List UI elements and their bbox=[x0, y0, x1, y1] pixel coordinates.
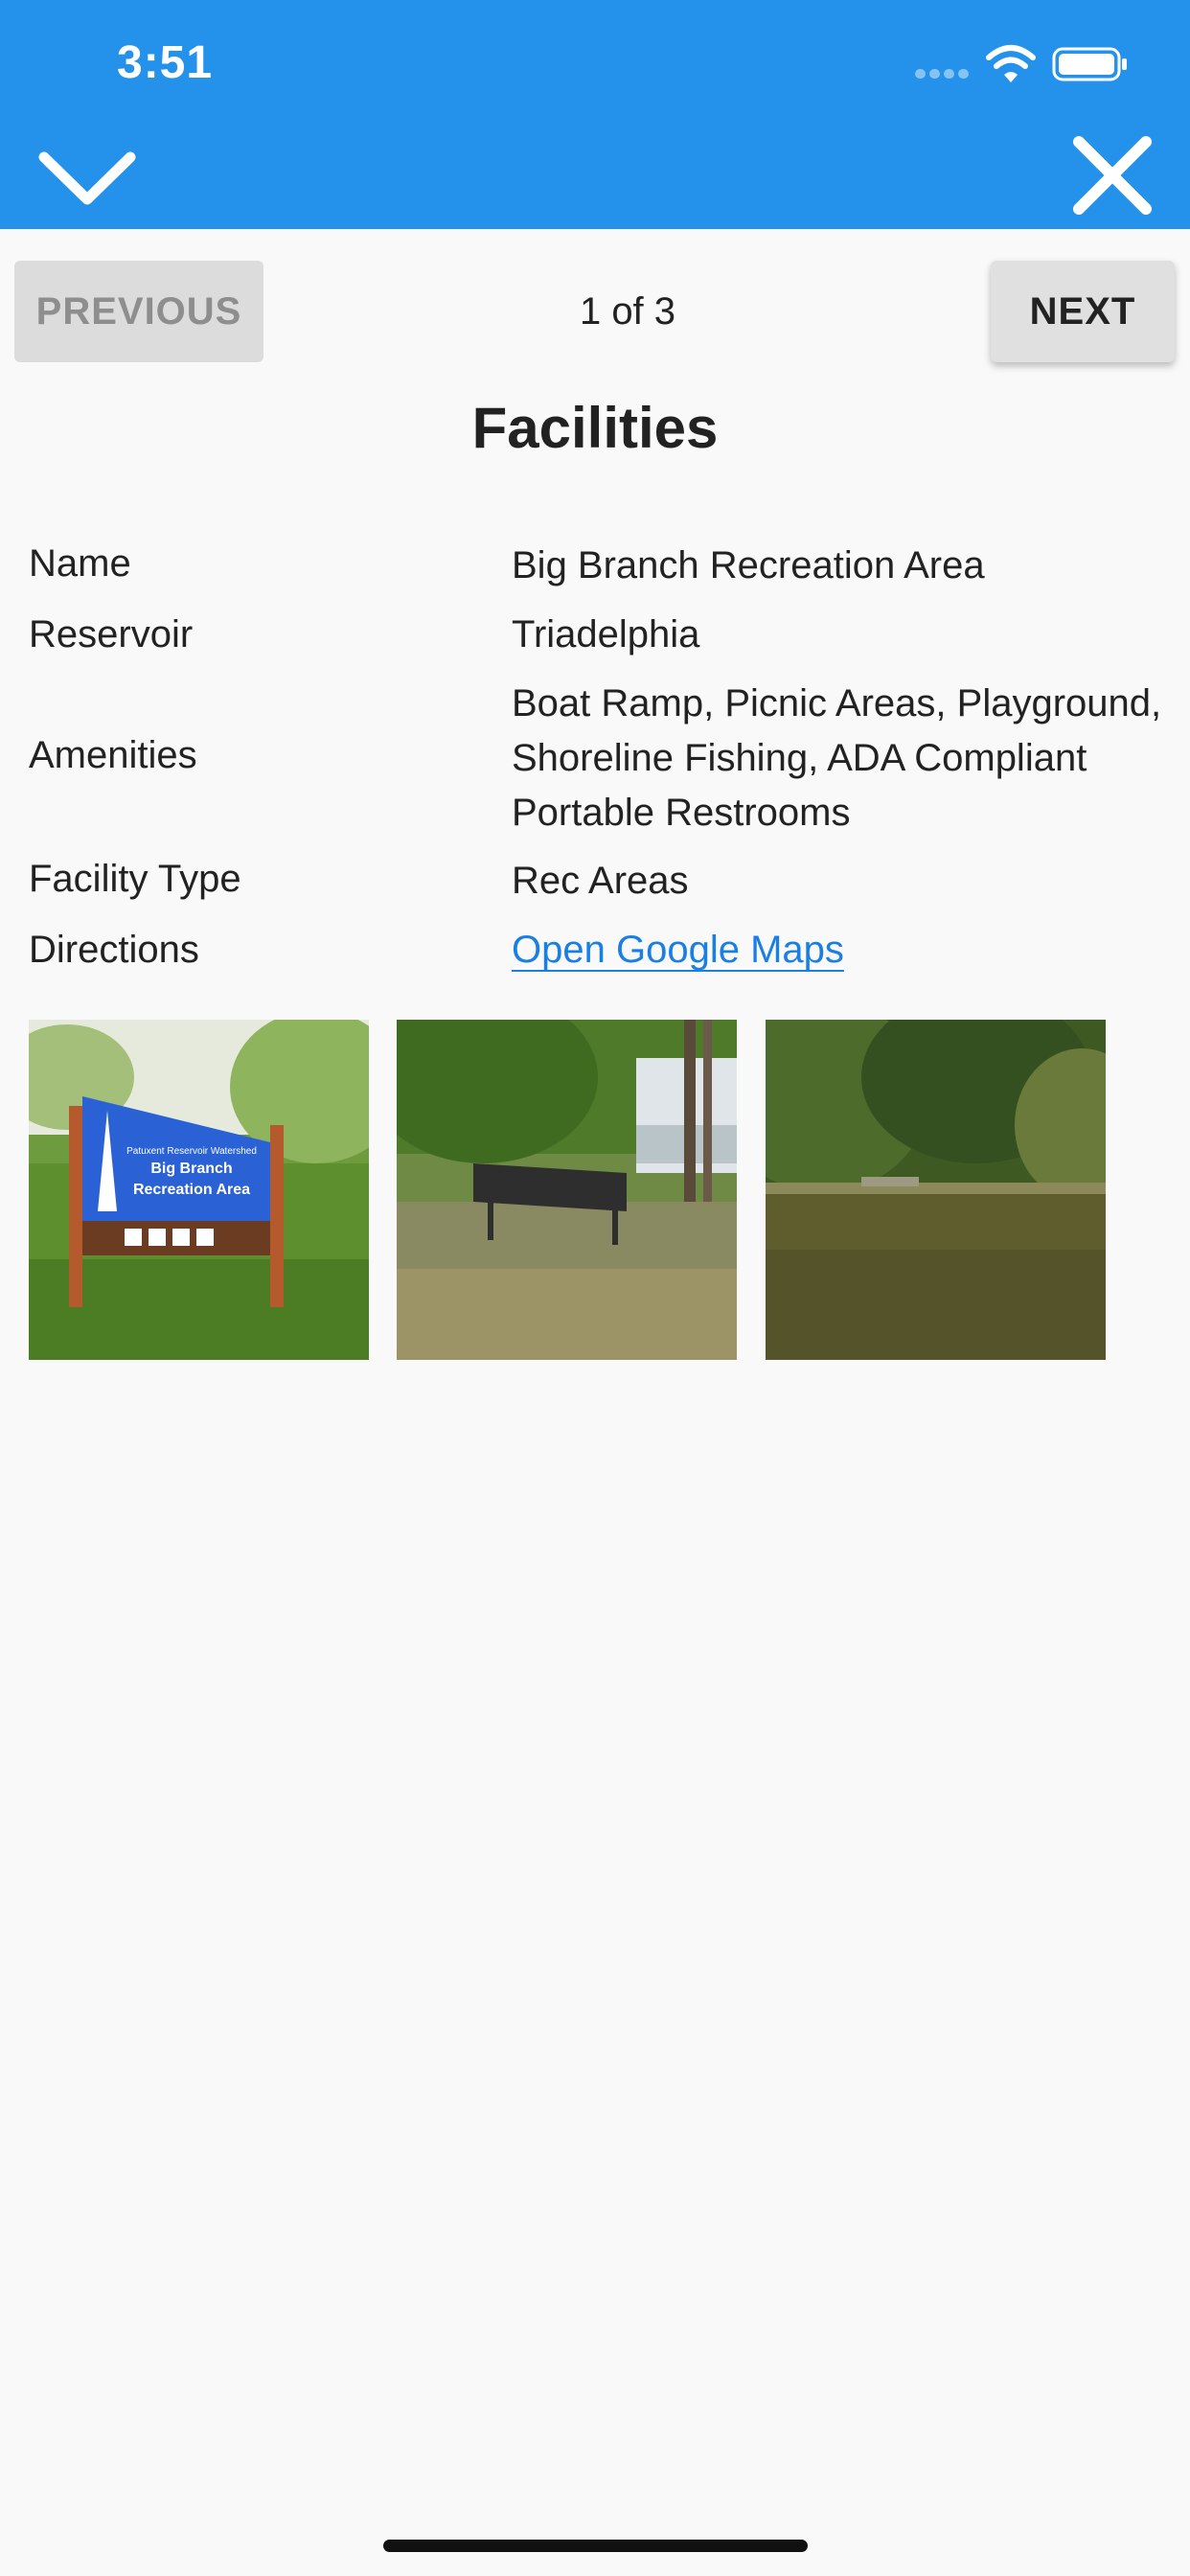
previous-button[interactable]: PREVIOUS bbox=[14, 261, 263, 362]
home-indicator[interactable] bbox=[383, 2540, 808, 2552]
photo-shoreline[interactable] bbox=[766, 1020, 1106, 1360]
detail-label: Name bbox=[29, 542, 131, 585]
photo-bench[interactable] bbox=[397, 1020, 737, 1360]
detail-value: Triadelphia bbox=[512, 613, 700, 656]
detail-label: Amenities bbox=[29, 734, 197, 776]
detail-value-directions: Open Google Maps bbox=[512, 923, 1173, 978]
chevron-down-icon[interactable] bbox=[34, 144, 140, 211]
app-header: 3:51 bbox=[0, 0, 1190, 229]
cellular-signal-icon bbox=[915, 69, 971, 80]
status-time: 3:51 bbox=[117, 37, 214, 88]
battery-icon bbox=[1052, 47, 1127, 81]
detail-label: Facility Type bbox=[29, 858, 241, 900]
close-icon[interactable] bbox=[1069, 132, 1156, 218]
pager: PREVIOUS 1 of 3 NEXT bbox=[0, 261, 1190, 364]
sign-text-line1: Patuxent Reservoir Watershed bbox=[126, 1146, 257, 1157]
detail-label: Reservoir bbox=[29, 613, 194, 656]
sign-text-line3: Recreation Area bbox=[133, 1182, 250, 1198]
open-google-maps-link[interactable]: Open Google Maps bbox=[512, 929, 844, 971]
section-title: Facilities bbox=[471, 396, 719, 460]
sign-text-line2: Big Branch bbox=[150, 1161, 232, 1177]
detail-label: Directions bbox=[29, 929, 199, 971]
detail-value: Boat Ramp, Picnic Areas, Playground, Sho… bbox=[512, 682, 1162, 834]
photo-sign[interactable]: Patuxent Reservoir Watershed Big Branch … bbox=[29, 1020, 369, 1360]
detail-value: Rec Areas bbox=[512, 860, 689, 902]
page-indicator: 1 of 3 bbox=[579, 290, 676, 333]
detail-value: Big Branch Recreation Area bbox=[512, 544, 985, 586]
wifi-icon bbox=[986, 45, 1036, 82]
next-button[interactable]: NEXT bbox=[991, 261, 1175, 362]
